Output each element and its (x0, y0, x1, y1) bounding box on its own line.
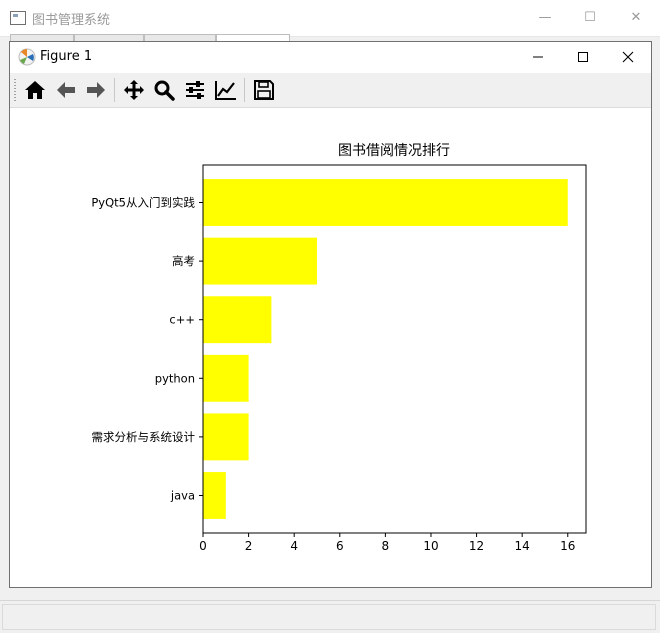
minimize-icon (533, 56, 543, 58)
y-tick-label: 高考 (172, 254, 195, 268)
bar (203, 354, 249, 402)
forward-button[interactable] (82, 76, 110, 104)
y-tick-label: c++ (169, 313, 195, 327)
figure-title: Figure 1 (40, 49, 93, 64)
figure-toolbar (10, 73, 651, 108)
figure-maximize-button[interactable] (560, 42, 606, 72)
x-tick-label: 6 (336, 539, 344, 553)
figure-canvas[interactable]: 图书借阅情况排行 PyQt5从入门到实践高考 c++ python 需求分析与系统设计… (10, 108, 651, 587)
x-tick-label: 2 (245, 539, 253, 553)
x-tick-label: 14 (515, 539, 530, 553)
bar (203, 413, 249, 461)
home-icon (25, 81, 45, 99)
bar-chart: 图书借阅情况排行 PyQt5从入门到实践高考 c++ python 需求分析与系统设计… (91, 143, 587, 553)
forward-arrow-icon (87, 82, 105, 98)
status-panel (2, 604, 656, 630)
configure-subplots-button[interactable] (181, 76, 209, 104)
status-bar (0, 600, 660, 633)
x-tick-label: 12 (469, 539, 484, 553)
outer-window-title: 图书管理系统 (32, 13, 111, 28)
back-button[interactable] (52, 76, 80, 104)
save-button[interactable] (250, 76, 278, 104)
figure-window: Figure 1 图书借阅情况排行 PyQt5从入门到实践 高考 c++ pyt… (9, 41, 652, 588)
configure-subplots-icon (186, 81, 204, 99)
bar (203, 179, 568, 226)
x-tick-label: 8 (382, 539, 390, 553)
home-button[interactable] (21, 76, 49, 104)
edit-axis-icon (215, 81, 236, 100)
x-tick-label: 4 (290, 539, 298, 553)
x-tick-label: 16 (560, 539, 575, 553)
zoom-magnifier-icon (154, 80, 175, 101)
save-floppy-icon (254, 80, 274, 100)
toolbar-separator (114, 78, 115, 102)
y-tick-label: 需求分析与系统设计 (92, 430, 196, 444)
maximize-icon (578, 52, 588, 62)
app-window-icon (10, 11, 26, 25)
pan-move-icon (124, 80, 144, 100)
outer-window-titlebar: 图书管理系统 — ☐ ✕ (0, 0, 660, 37)
toolbar-grip[interactable] (14, 79, 16, 101)
bar (203, 472, 226, 519)
edit-axis-button[interactable] (212, 76, 240, 104)
close-icon (622, 51, 634, 63)
figure-titlebar: Figure 1 (10, 42, 651, 73)
bar (203, 237, 317, 285)
chart-title: 图书借阅情况排行 (338, 143, 450, 159)
outer-minimize-button[interactable]: — (522, 0, 568, 34)
matplotlib-icon (18, 48, 36, 66)
outer-maximize-button[interactable]: ☐ (567, 0, 613, 34)
figure-close-button[interactable] (605, 42, 651, 72)
y-tick-label: PyQt5从入门到实践 (91, 196, 195, 210)
x-tick-label: 0 (199, 539, 207, 553)
back-arrow-icon (57, 82, 75, 98)
y-tick-label: java (170, 488, 195, 502)
y-tick-label: python (155, 371, 195, 385)
pan-button[interactable] (120, 76, 148, 104)
x-tick-label: 10 (423, 539, 438, 553)
bar (203, 296, 272, 344)
zoom-button[interactable] (150, 76, 178, 104)
figure-minimize-button[interactable] (515, 42, 561, 72)
outer-close-button[interactable]: ✕ (613, 0, 659, 34)
toolbar-separator (244, 78, 245, 102)
